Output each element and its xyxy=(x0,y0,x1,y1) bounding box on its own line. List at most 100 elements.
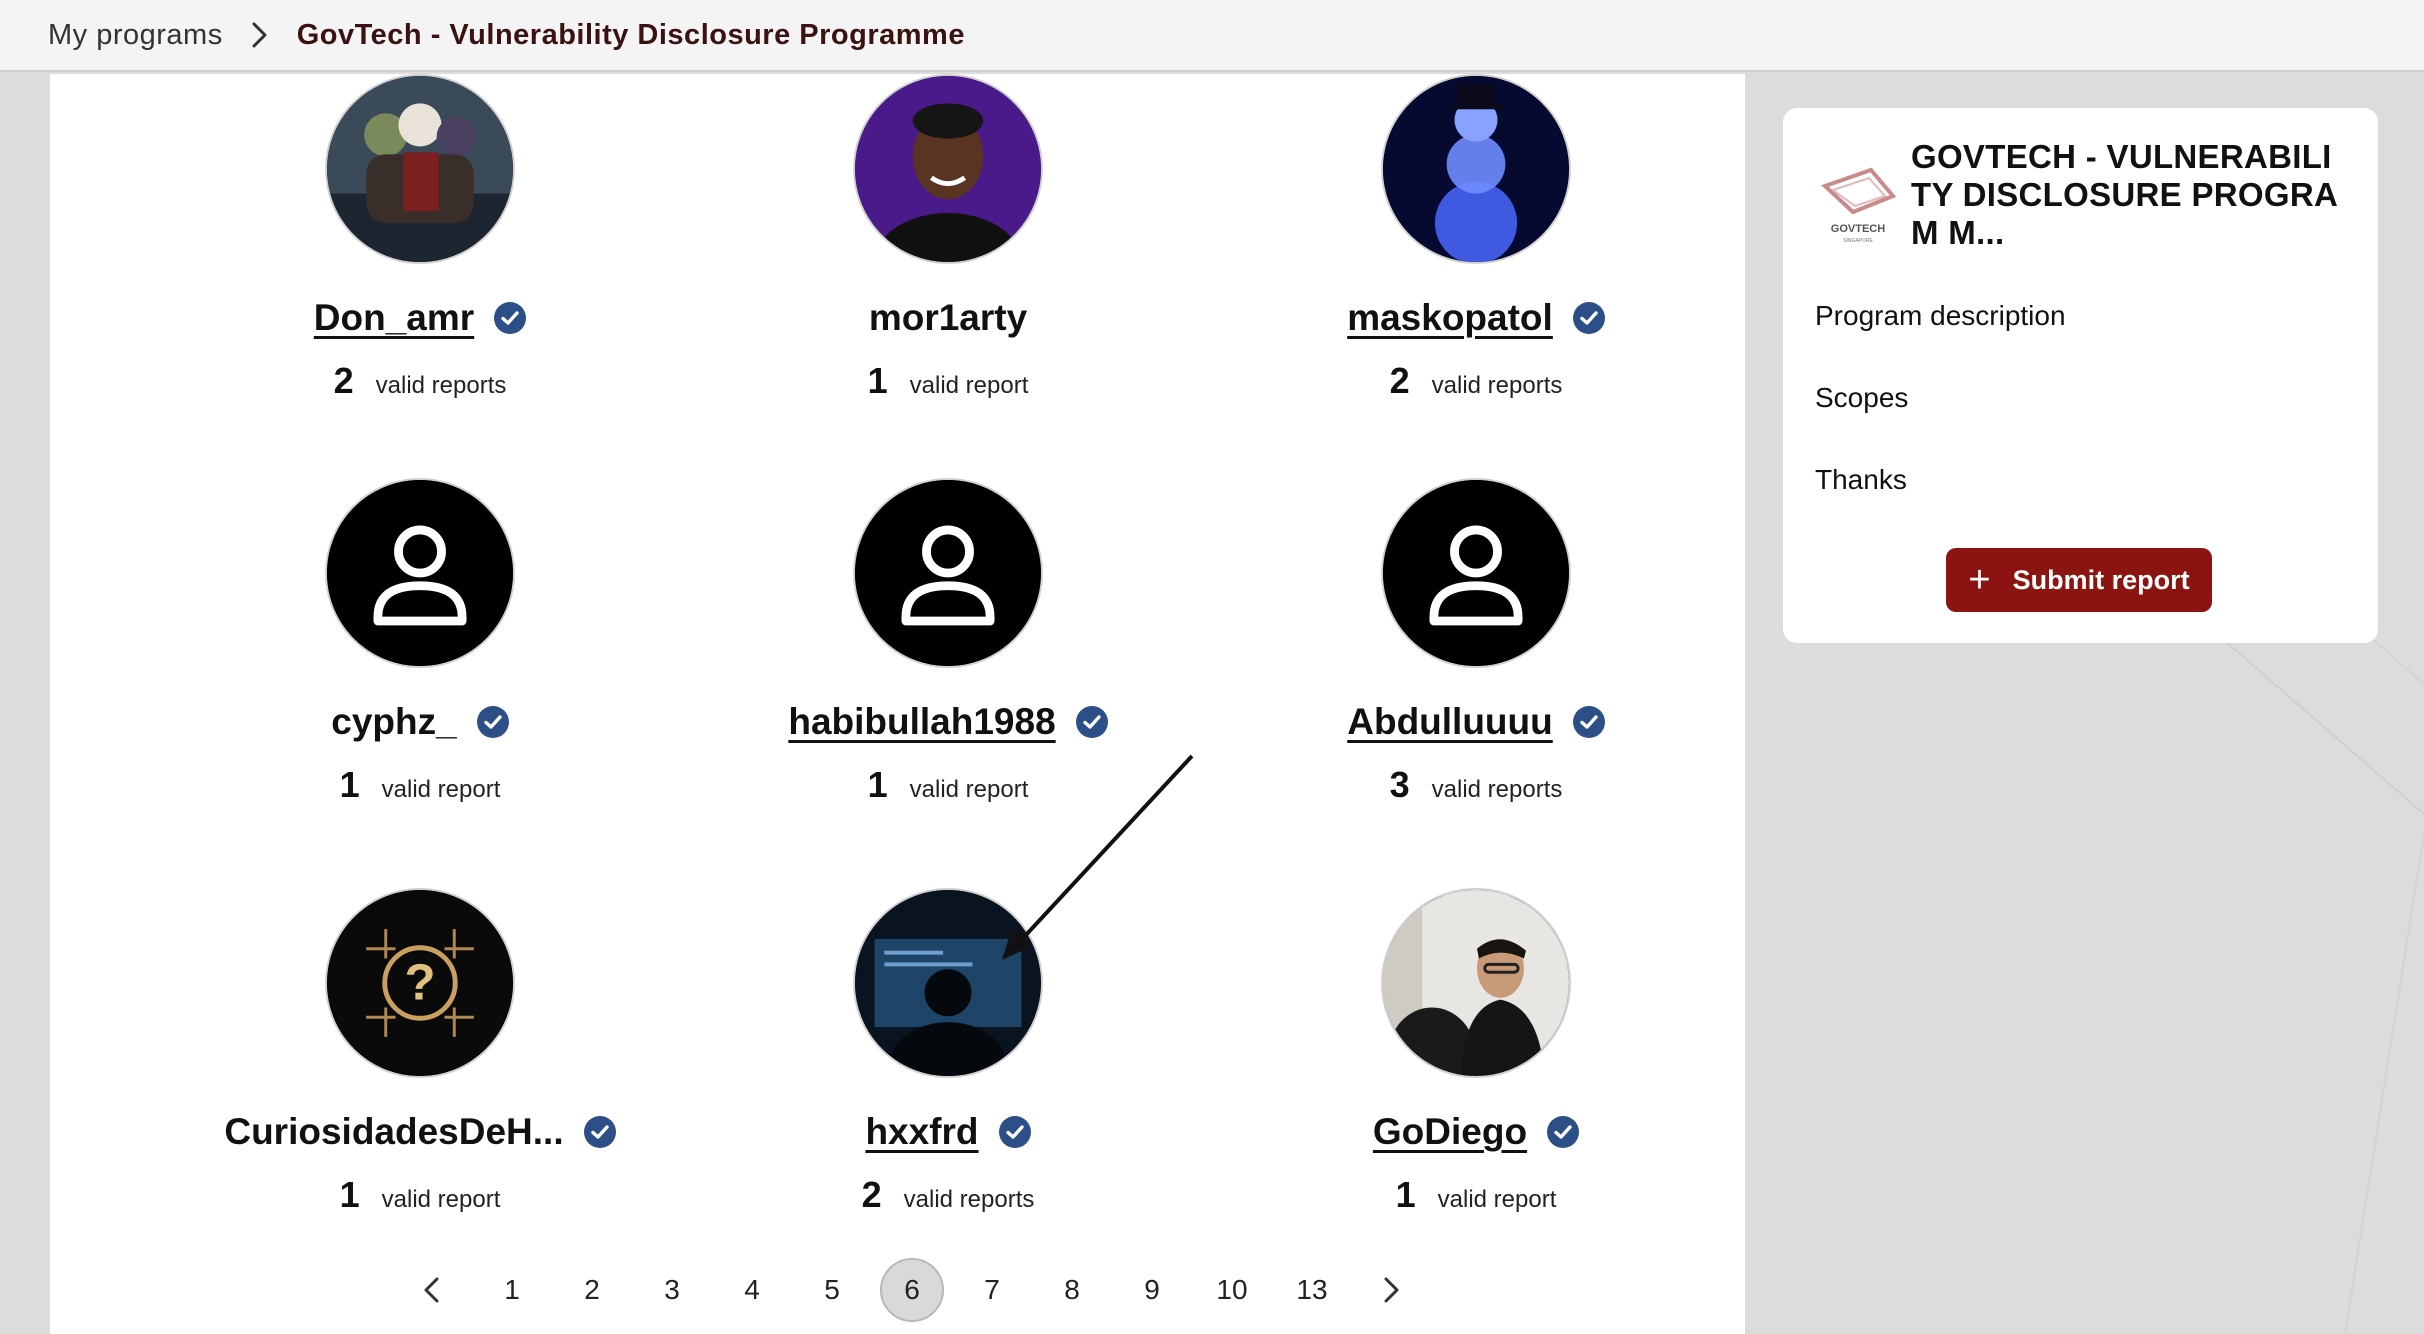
page-4-button[interactable]: 4 xyxy=(720,1258,784,1322)
valid-reports: 1 valid report xyxy=(340,764,501,806)
svg-text:SINGAPORE: SINGAPORE xyxy=(1843,238,1873,244)
govtech-logo: GOVTECH SINGAPORE xyxy=(1813,156,1903,246)
page-8-button[interactable]: 8 xyxy=(1040,1258,1104,1322)
breadcrumb-root-link[interactable]: My programs xyxy=(48,19,223,52)
report-count: 1 xyxy=(1395,1174,1416,1215)
researcher-name[interactable]: hxxfrd xyxy=(865,1111,978,1153)
researcher-name[interactable]: Don_amr xyxy=(314,297,474,339)
verified-badge-icon xyxy=(998,1116,1031,1148)
default-user-icon[interactable] xyxy=(325,478,515,668)
researcher-name-row: Don_amr xyxy=(314,294,527,342)
default-user-icon[interactable] xyxy=(1381,478,1571,668)
page-5-button[interactable]: 5 xyxy=(800,1258,864,1322)
page-9-button[interactable]: 9 xyxy=(1120,1258,1184,1322)
report-count: 1 xyxy=(867,764,888,805)
researcher-card: Don_amr 2 valid reports xyxy=(160,74,680,454)
researcher-name-row: Abdulluuuu xyxy=(1347,698,1605,746)
researcher-card: ? CuriosidadesDeH... 1 valid report xyxy=(160,888,680,1268)
researcher-name[interactable]: habibullah1988 xyxy=(788,701,1055,743)
program-description-link[interactable]: Program description xyxy=(1815,300,2066,332)
report-label: valid reports xyxy=(1431,372,1563,399)
researcher-avatar[interactable]: ? xyxy=(325,888,515,1078)
researcher-avatar[interactable] xyxy=(1381,888,1571,1078)
valid-reports: 1 valid report xyxy=(1396,1174,1557,1216)
report-label: valid report xyxy=(381,1186,501,1213)
thanks-link[interactable]: Thanks xyxy=(1815,464,1907,496)
researcher-card: GoDiego 1 valid report xyxy=(1216,888,1736,1268)
valid-reports: 1 valid report xyxy=(340,1174,501,1216)
default-user-icon[interactable] xyxy=(853,478,1043,668)
pagination: 1 2 3 4 5 6 7 8 9 10 13 xyxy=(400,1258,1440,1322)
chevron-right-icon xyxy=(245,20,275,50)
researcher-name: cyphz_ xyxy=(331,701,457,742)
researcher-name[interactable]: Abdulluuuu xyxy=(1347,701,1553,743)
report-count: 1 xyxy=(867,360,888,401)
valid-reports: 2 valid reports xyxy=(334,360,507,402)
report-label: valid report xyxy=(1437,1186,1557,1213)
breadcrumb: My programs GovTech - Vulnerability Disc… xyxy=(0,0,2424,72)
chevron-right-icon xyxy=(1384,1277,1399,1303)
researcher-name[interactable]: maskopatol xyxy=(1347,297,1553,339)
svg-text:GOVTECH: GOVTECH xyxy=(1831,223,1885,235)
researcher-name: mor1arty xyxy=(868,297,1028,338)
researcher-avatar[interactable] xyxy=(1381,74,1571,264)
researcher-avatar[interactable] xyxy=(325,74,515,264)
report-count: 2 xyxy=(1389,360,1410,401)
chevron-left-icon xyxy=(424,1277,439,1303)
page-1-button[interactable]: 1 xyxy=(480,1258,544,1322)
valid-reports: 1 valid report xyxy=(868,360,1029,402)
verified-badge-icon xyxy=(476,706,509,738)
page-13-button[interactable]: 13 xyxy=(1280,1258,1344,1322)
researcher-name-row: maskopatol xyxy=(1347,294,1605,342)
researcher-name-row: hxxfrd xyxy=(865,1108,1031,1156)
submit-report-label: Submit report xyxy=(2012,564,2190,595)
program-title: GOVTECH - VULNERABILITY DISCLOSURE PROGR… xyxy=(1911,138,2339,251)
page-2-button[interactable]: 2 xyxy=(560,1258,624,1322)
valid-reports: 2 valid reports xyxy=(1390,360,1563,402)
prev-page-button[interactable] xyxy=(400,1258,464,1322)
researcher-avatar[interactable] xyxy=(853,74,1043,264)
verified-badge-icon xyxy=(1572,302,1605,334)
verified-badge-icon xyxy=(494,302,527,334)
researcher-name-row: GoDiego xyxy=(1373,1108,1580,1156)
researcher-card: Abdulluuuu 3 valid reports xyxy=(1216,478,1736,858)
verified-badge-icon xyxy=(1572,706,1605,738)
valid-reports: 3 valid reports xyxy=(1390,764,1563,806)
researcher-card: maskopatol 2 valid reports xyxy=(1216,74,1736,454)
valid-reports: 2 valid reports xyxy=(862,1174,1035,1216)
report-count: 1 xyxy=(339,764,360,805)
next-page-button[interactable] xyxy=(1360,1258,1424,1322)
report-label: valid report xyxy=(909,372,1029,399)
plus-icon: + xyxy=(1968,559,1991,601)
verified-badge-icon xyxy=(1075,706,1108,738)
program-card: GOVTECH SINGAPORE GOVTECH - VULNERABILIT… xyxy=(1783,108,2378,643)
page-10-button[interactable]: 10 xyxy=(1200,1258,1264,1322)
report-count: 2 xyxy=(333,360,354,401)
researcher-name-row: CuriosidadesDeH... xyxy=(224,1108,616,1156)
researcher-card: cyphz_ 1 valid report xyxy=(160,478,680,858)
annotation-arrow xyxy=(1002,754,1194,960)
researcher-name[interactable]: GoDiego xyxy=(1373,1111,1527,1153)
researcher-name-row: mor1arty xyxy=(869,294,1027,342)
page-3-button[interactable]: 3 xyxy=(640,1258,704,1322)
report-label: valid reports xyxy=(1431,776,1563,803)
verified-badge-icon xyxy=(583,1116,616,1148)
report-count: 1 xyxy=(339,1174,360,1215)
page-7-button[interactable]: 7 xyxy=(960,1258,1024,1322)
breadcrumb-current: GovTech - Vulnerability Disclosure Progr… xyxy=(296,18,965,51)
researcher-name: CuriosidadesDeH... xyxy=(224,1111,564,1152)
submit-report-button[interactable]: + Submit report xyxy=(1946,548,2212,612)
researcher-name-row: cyphz_ xyxy=(331,698,509,746)
svg-text:?: ? xyxy=(404,954,435,1011)
researcher-card: mor1arty 1 valid report xyxy=(688,74,1208,454)
report-label: valid reports xyxy=(375,372,507,399)
report-label: valid report xyxy=(381,776,501,803)
report-label: valid reports xyxy=(903,1186,1035,1213)
scopes-link[interactable]: Scopes xyxy=(1815,382,1908,414)
researcher-name-row: habibullah1988 xyxy=(788,698,1108,746)
thanks-panel: Don_amr 2 valid reports mor1arty 1 valid repo… xyxy=(50,74,1745,1334)
report-count: 2 xyxy=(861,1174,882,1215)
report-count: 3 xyxy=(1389,764,1410,805)
verified-badge-icon xyxy=(1547,1116,1580,1148)
page-6-button[interactable]: 6 xyxy=(880,1258,944,1322)
